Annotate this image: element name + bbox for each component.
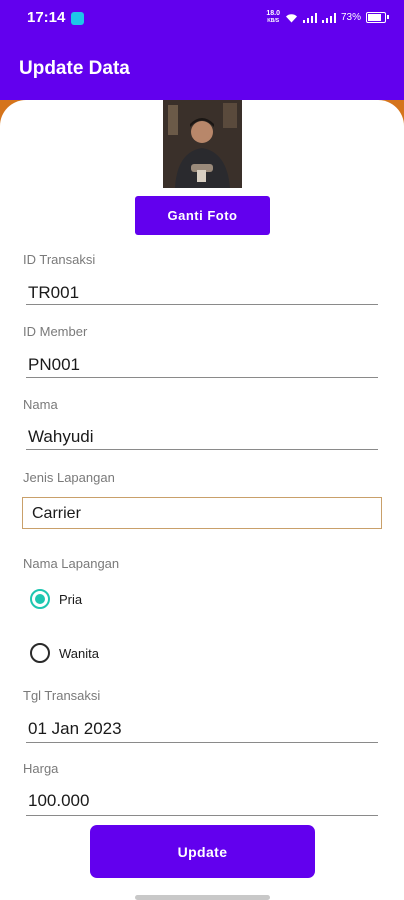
tgl-transaksi-label: Tgl Transaksi	[23, 688, 101, 703]
jenis-lapangan-value: Carrier	[32, 505, 81, 522]
jenis-lapangan-field[interactable]: Carrier	[22, 497, 382, 529]
harga-label: Harga	[23, 761, 59, 776]
page-title: Update Data	[19, 58, 130, 79]
status-indicators: 18.0 KB/S 73%	[266, 10, 389, 25]
status-bar: 17:14 18.0 KB/S 73%	[0, 0, 404, 36]
radio-wanita-label[interactable]: Wanita	[59, 646, 99, 661]
network-speed-unit: KB/S	[267, 18, 280, 24]
id-transaksi-field[interactable]: TR001	[28, 283, 79, 303]
battery-percent: 73%	[340, 12, 361, 23]
app-notification-icon	[71, 12, 84, 25]
harga-underline	[26, 815, 378, 816]
harga-field[interactable]: 100.000	[28, 791, 89, 811]
nama-field[interactable]: Wahyudi	[28, 427, 94, 447]
network-speed: 18.0 KB/S	[266, 10, 280, 25]
signal-icon	[302, 12, 317, 23]
status-time: 17:14	[27, 9, 66, 26]
id-member-underline	[26, 377, 378, 378]
id-transaksi-underline	[26, 304, 378, 305]
radio-pria-label[interactable]: Pria	[59, 592, 82, 607]
profile-photo[interactable]	[163, 100, 242, 188]
signal-icon-2	[321, 12, 336, 23]
tgl-transaksi-underline	[26, 742, 378, 743]
app-bar: Update Data	[0, 36, 404, 100]
home-indicator[interactable]	[135, 895, 270, 900]
radio-wanita[interactable]	[30, 643, 50, 663]
id-transaksi-label: ID Transaksi	[23, 252, 96, 267]
id-member-label: ID Member	[23, 324, 88, 339]
person-photo-image	[163, 100, 242, 188]
battery-icon	[366, 12, 389, 23]
network-speed-value: 18.0	[266, 10, 280, 17]
tgl-transaksi-field[interactable]: 01 Jan 2023	[28, 719, 122, 739]
update-button[interactable]: Update	[90, 825, 315, 878]
nama-label: Nama	[23, 397, 58, 412]
id-member-field[interactable]: PN001	[28, 355, 80, 375]
change-photo-button[interactable]: Ganti Foto	[135, 196, 270, 235]
wifi-icon	[285, 13, 297, 22]
jenis-lapangan-label: Jenis Lapangan	[23, 470, 115, 485]
nama-lapangan-label: Nama Lapangan	[23, 556, 120, 571]
radio-pria[interactable]	[30, 589, 50, 609]
nama-underline	[26, 449, 378, 450]
